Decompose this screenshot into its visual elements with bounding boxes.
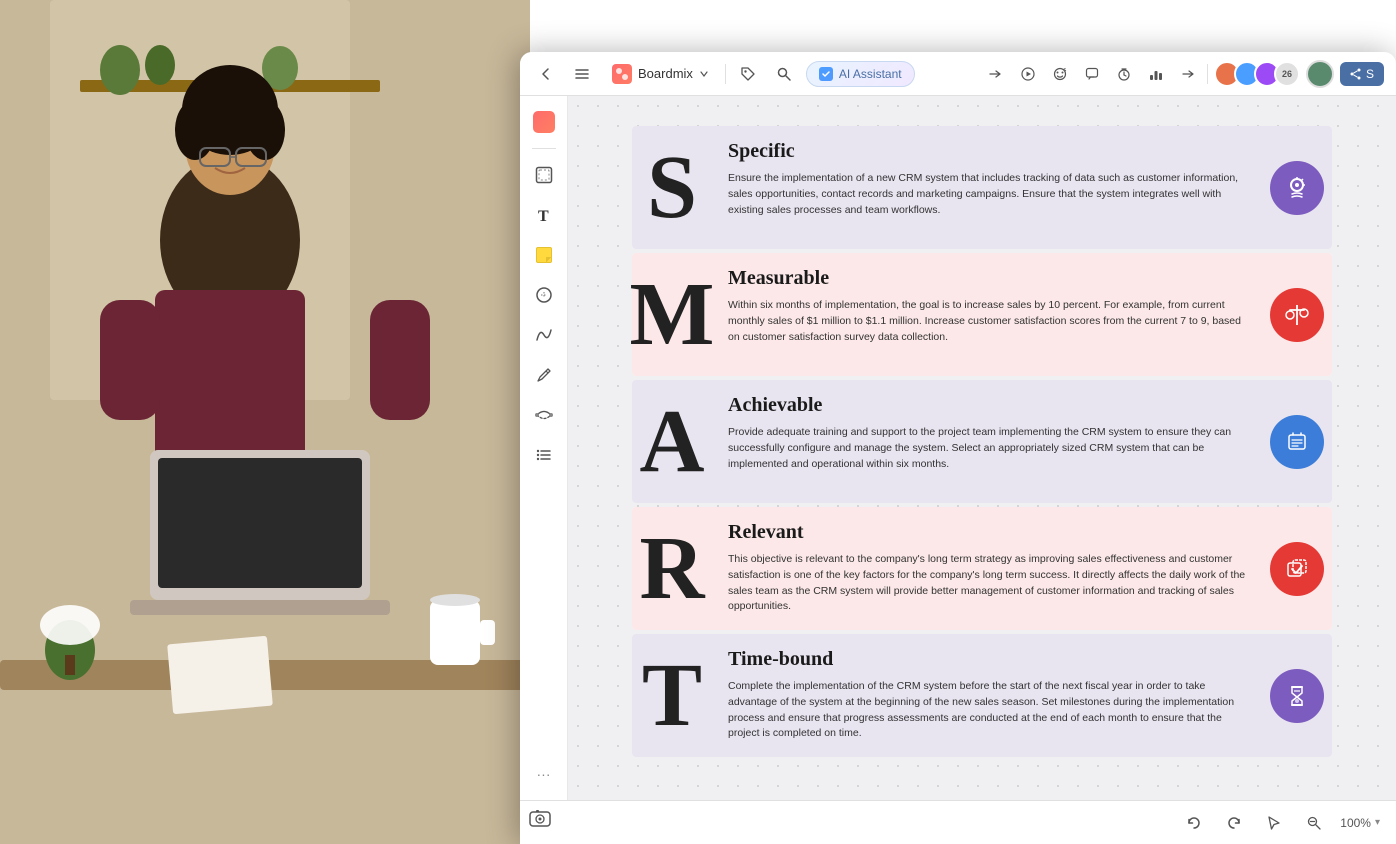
toolbar-palette[interactable] [526, 104, 562, 140]
card-content-r: Relevant This objective is relevant to t… [712, 507, 1262, 630]
card-content-m: Measurable Within six months of implemen… [712, 253, 1262, 376]
card-letter-t: T [632, 634, 712, 757]
card-letter-r: R [632, 507, 712, 630]
card-icon-area-r [1262, 507, 1332, 630]
zoom-level-display[interactable]: 100% ▾ [1340, 816, 1380, 830]
share-button[interactable]: S [1340, 62, 1384, 86]
current-user-avatar[interactable] [1306, 60, 1334, 88]
ai-assistant-button[interactable]: AI Assistant [806, 61, 915, 87]
card-icon-area-m [1262, 253, 1332, 376]
card-icon-m [1270, 288, 1324, 342]
card-title-a: Achievable [728, 394, 1246, 417]
cursor-button[interactable] [1260, 809, 1288, 837]
card-text-s: Ensure the implementation of a new CRM s… [728, 171, 1246, 218]
chart-button[interactable] [1143, 61, 1169, 87]
search-button[interactable] [770, 60, 798, 88]
more-tools-button[interactable] [1175, 61, 1201, 87]
card-text-a: Provide adequate training and support to… [728, 425, 1246, 472]
user-avatars: 26 [1214, 61, 1300, 87]
main-layout: T [520, 96, 1396, 800]
avatar-count: 26 [1274, 61, 1300, 87]
card-title-m: Measurable [728, 267, 1246, 290]
card-icon-s [1270, 161, 1324, 215]
svg-text:T: T [538, 208, 549, 224]
card-letter-m: M [632, 253, 712, 376]
card-text-t: Complete the implementation of the CRM s… [728, 679, 1246, 742]
top-bar-left: Boardmix [532, 60, 915, 88]
zoom-dropdown-arrow: ▾ [1375, 817, 1380, 828]
toolbar-frame[interactable] [526, 157, 562, 193]
toolbar-list[interactable] [526, 437, 562, 473]
card-content-t: Time-bound Complete the implementation o… [712, 634, 1262, 757]
bottom-bar: 100% ▾ [520, 800, 1396, 844]
smart-card-r: R Relevant This objective is relevant to… [632, 507, 1332, 630]
toolbar-more-button[interactable]: ··· [526, 756, 562, 792]
toolbar-connector[interactable] [526, 397, 562, 433]
smart-container: S Specific Ensure the implementation of … [632, 126, 1332, 761]
expand-button[interactable] [981, 60, 1009, 88]
background-photo [0, 0, 530, 844]
card-title-s: Specific [728, 140, 1246, 163]
smart-card-m: M Measurable Within six months of implem… [632, 253, 1332, 376]
ai-label: AI Assistant [839, 67, 902, 81]
reaction-button[interactable] [1047, 61, 1073, 87]
back-button[interactable] [532, 60, 560, 88]
present-button[interactable] [528, 807, 552, 836]
undo-button[interactable] [1180, 809, 1208, 837]
card-title-t: Time-bound [728, 648, 1246, 671]
card-text-m: Within six months of implementation, the… [728, 298, 1246, 345]
toolbar-bottom: ··· [526, 756, 562, 792]
boardmix-logo[interactable]: Boardmix [604, 60, 717, 88]
smart-card-s: S Specific Ensure the implementation of … [632, 126, 1332, 249]
left-toolbar: T [520, 96, 568, 800]
card-icon-a [1270, 415, 1324, 469]
card-text-r: This objective is relevant to the compan… [728, 552, 1246, 615]
card-icon-t [1270, 669, 1324, 723]
smart-card-t: T Time-bound Complete the implementation… [632, 634, 1332, 757]
timer-button[interactable] [1111, 61, 1137, 87]
share-label: S [1366, 67, 1374, 81]
top-bar: Boardmix [520, 52, 1396, 96]
more-dots: ··· [537, 766, 551, 782]
toolbar-sep-1 [532, 148, 556, 149]
card-icon-area-a [1262, 380, 1332, 503]
top-bar-right: 26 S [981, 60, 1384, 88]
toolbar-shape[interactable] [526, 277, 562, 313]
card-icon-area-s [1262, 126, 1332, 249]
right-divider [1207, 64, 1208, 84]
zoom-value: 100% [1340, 816, 1371, 830]
card-letter-s: S [632, 126, 712, 249]
toolbar-curve[interactable] [526, 317, 562, 353]
card-content-a: Achievable Provide adequate training and… [712, 380, 1262, 503]
top-bar-divider [725, 64, 726, 84]
zoom-out-button[interactable] [1300, 809, 1328, 837]
card-icon-area-t [1262, 634, 1332, 757]
redo-button[interactable] [1220, 809, 1248, 837]
toolbar-pen[interactable] [526, 357, 562, 393]
app-window: Boardmix [520, 52, 1396, 844]
canvas-area[interactable]: S Specific Ensure the implementation of … [568, 96, 1396, 800]
card-icon-r [1270, 542, 1324, 596]
tag-button[interactable] [734, 60, 762, 88]
card-title-r: Relevant [728, 521, 1246, 544]
toolbar-sticky[interactable] [526, 237, 562, 273]
card-content-s: Specific Ensure the implementation of a … [712, 126, 1262, 249]
card-letter-a: A [632, 380, 712, 503]
toolbar-text[interactable]: T [526, 197, 562, 233]
play-button[interactable] [1015, 61, 1041, 87]
menu-button[interactable] [568, 60, 596, 88]
boardmix-label: Boardmix [638, 66, 693, 81]
comment-button[interactable] [1079, 61, 1105, 87]
smart-card-a: A Achievable Provide adequate training a… [632, 380, 1332, 503]
